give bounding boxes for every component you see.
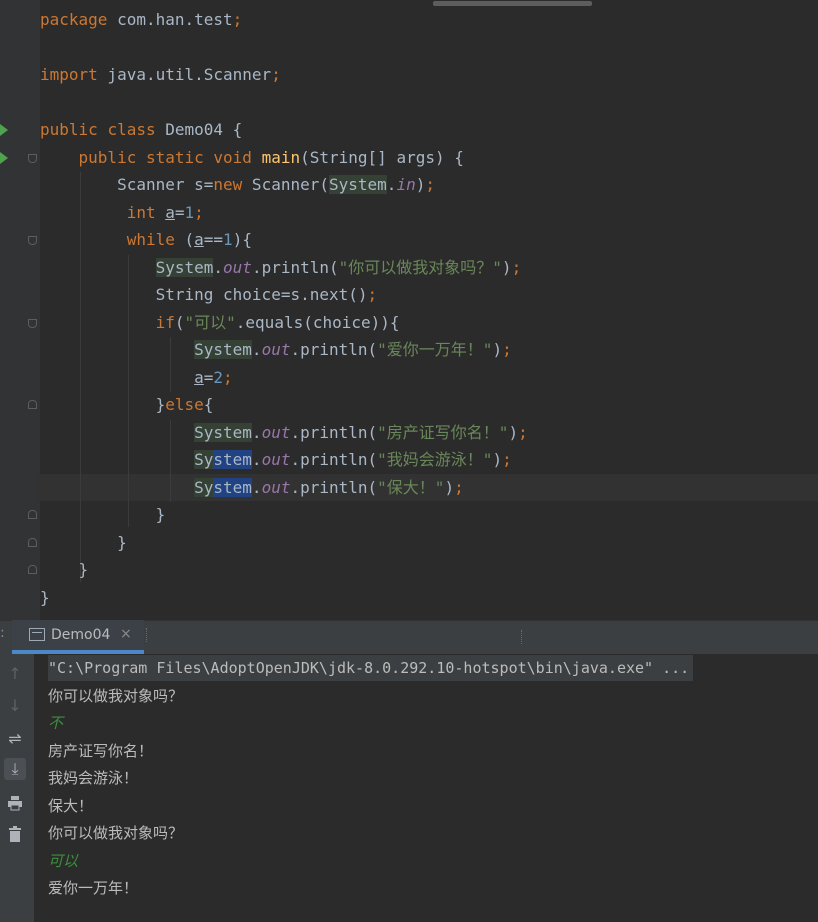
code-line[interactable]: package com.han.test; [40, 6, 242, 33]
run-class-icon[interactable] [0, 124, 8, 136]
soft-wrap-icon[interactable]: ⇌ [4, 727, 26, 749]
console-output-line: 保大！ [48, 796, 94, 815]
code-line[interactable]: Scanner s=new Scanner(System.in); [40, 171, 435, 198]
code-line[interactable]: int a=1; [40, 199, 204, 226]
fold-end-icon[interactable] [28, 538, 37, 547]
code-line[interactable]: import java.util.Scanner; [40, 61, 281, 88]
console-output-line: 房产证写你名！ [48, 741, 154, 760]
horizontal-scrollbar[interactable] [433, 1, 592, 6]
console-user-input: 可以 [48, 851, 79, 870]
console-command-line: "C:\Program Files\AdoptOpenJDK\jdk-8.0.2… [48, 655, 694, 681]
tab-drop-marker [521, 630, 523, 644]
code-line[interactable]: public class Demo04 { [40, 116, 242, 143]
code-line[interactable]: a=2; [40, 364, 233, 391]
code-line[interactable]: } [40, 529, 127, 556]
print-icon[interactable] [4, 792, 26, 814]
code-line[interactable]: String choice=s.next(); [40, 281, 378, 308]
code-line[interactable]: } [40, 501, 166, 528]
code-line[interactable]: System.out.println("房产证写你名！"); [40, 419, 528, 446]
console-icon [29, 628, 45, 641]
trash-icon[interactable] [4, 823, 26, 845]
code-line[interactable]: } [40, 556, 89, 583]
fold-end-icon[interactable] [28, 565, 37, 574]
editor-gutter [0, 0, 40, 620]
fold-end-icon[interactable] [28, 510, 37, 519]
fold-toggle-icon[interactable] [28, 319, 37, 328]
run-method-icon[interactable] [0, 152, 8, 164]
code-line[interactable]: System.out.println("你可以做我对象吗？"); [40, 254, 521, 281]
console-toolbar: ↑ ↓ ⇌ ⤓ [0, 654, 34, 922]
fold-toggle-icon[interactable] [28, 236, 37, 245]
code-line[interactable]: } [40, 584, 50, 611]
up-arrow-icon[interactable]: ↑ [4, 662, 26, 684]
fold-toggle-icon[interactable] [28, 154, 37, 163]
console-output-line: 我妈会游泳！ [48, 769, 139, 787]
tab-label[interactable]: Demo04 [51, 627, 110, 643]
console-output-line: 你可以做我对象吗？ [48, 686, 184, 705]
code-line[interactable]: System.out.println("保大！"); [40, 474, 464, 501]
down-arrow-icon[interactable]: ↓ [4, 694, 26, 716]
tab-drop-marker [146, 628, 148, 642]
code-line[interactable]: if("可以".equals(choice)){ [40, 309, 400, 336]
tabbar-separator: : [0, 625, 5, 641]
code-line[interactable]: System.out.println("爱你一万年！"); [40, 336, 512, 363]
code-line[interactable]: public static void main(String[] args) { [40, 144, 464, 171]
close-tab-icon[interactable]: × [120, 626, 132, 642]
code-line[interactable]: while (a==1){ [40, 226, 252, 253]
console-output-line: 爱你一万年！ [48, 879, 139, 897]
scroll-to-end-icon[interactable]: ⤓ [4, 758, 26, 780]
code-line[interactable]: }else{ [40, 391, 214, 418]
console-user-input: 不 [48, 714, 64, 732]
code-line[interactable]: System.out.println("我妈会游泳！"); [40, 446, 512, 473]
fold-end-icon[interactable] [28, 400, 37, 409]
console-output-line: 你可以做我对象吗？ [48, 824, 184, 842]
code-editor[interactable]: package com.han.test; import java.util.Sc… [0, 0, 818, 620]
